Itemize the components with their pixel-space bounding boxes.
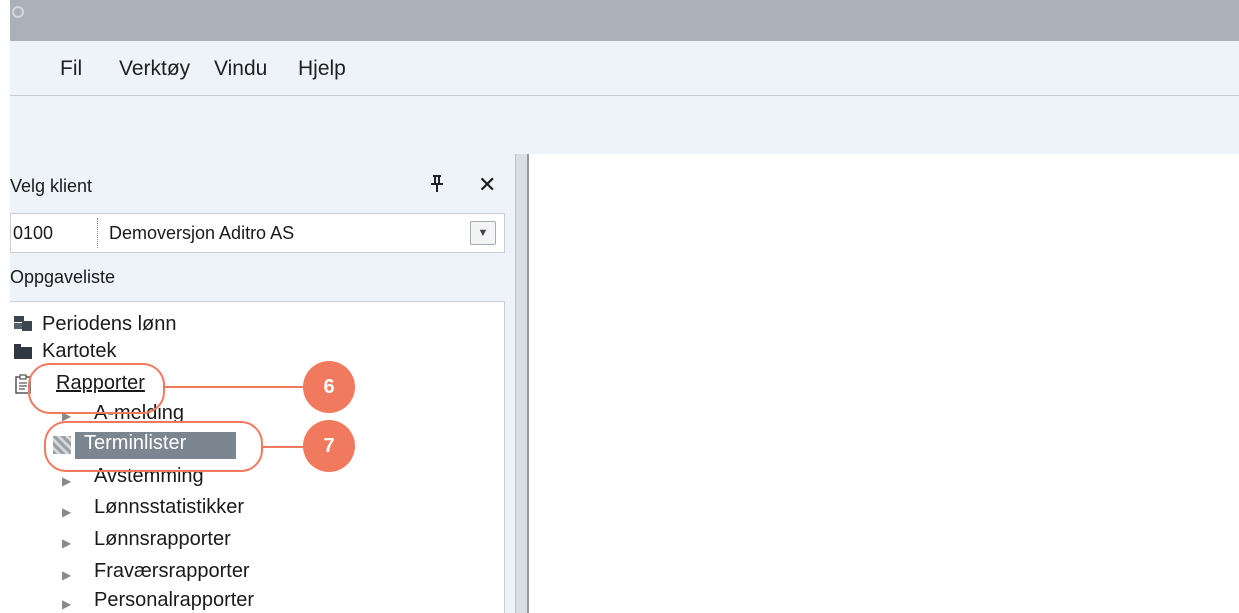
panel-splitter[interactable] — [515, 154, 527, 613]
payroll-icon — [13, 314, 33, 334]
tree-item-lonnsrapporter[interactable]: Lønnsrapporter — [94, 528, 231, 551]
expand-arrow-icon: ▶ — [62, 536, 72, 550]
tree-item-fravaersrapporter[interactable]: Fraværsrapporter — [94, 560, 250, 583]
pin-icon[interactable] — [430, 174, 444, 194]
menu-bar: Fil Verktøy Vindu Hjelp — [10, 41, 1239, 96]
callout-line-7 — [263, 446, 303, 448]
menu-hjelp[interactable]: Hjelp — [298, 57, 346, 81]
tree-item-kartotek[interactable]: Kartotek — [42, 340, 116, 363]
app-icon — [12, 6, 24, 18]
chevron-down-icon[interactable]: ▼ — [470, 221, 496, 245]
menu-vindu[interactable]: Vindu — [214, 57, 267, 81]
callout-oval-7 — [44, 421, 263, 472]
expand-arrow-icon: ▶ — [62, 505, 72, 519]
column-divider — [97, 218, 98, 248]
callout-badge-7: 7 — [303, 420, 355, 472]
expand-arrow-icon: ▶ — [62, 568, 72, 582]
tree-item-periodens-lonn[interactable]: Periodens lønn — [42, 313, 177, 336]
tree-item-lonnsstatistikker[interactable]: Lønnsstatistikker — [94, 496, 244, 519]
callout-line-6 — [165, 386, 303, 388]
client-name: Demoversjon Aditro AS — [109, 223, 295, 243]
close-icon[interactable]: ✕ — [478, 174, 496, 196]
main-content-area — [527, 154, 1239, 613]
toolbar — [10, 96, 1239, 154]
menu-verktoy[interactable]: Verktøy — [119, 57, 190, 81]
task-list-title: Oppgaveliste — [10, 267, 116, 287]
expand-arrow-icon: ▶ — [62, 474, 72, 488]
client-selector[interactable]: 0100 Demoversjon Aditro AS ▼ — [10, 213, 505, 253]
client-code: 0100 — [13, 223, 54, 243]
panel-title: Velg klient — [10, 176, 93, 196]
callout-oval-6 — [28, 363, 165, 414]
title-bar — [10, 0, 1239, 41]
callout-badge-6: 6 — [303, 361, 355, 413]
expand-arrow-icon: ▶ — [62, 597, 72, 611]
menu-fil[interactable]: Fil — [60, 57, 82, 81]
folder-icon — [13, 341, 33, 361]
tree-item-personalrapporter[interactable]: Personalrapporter — [94, 589, 254, 612]
